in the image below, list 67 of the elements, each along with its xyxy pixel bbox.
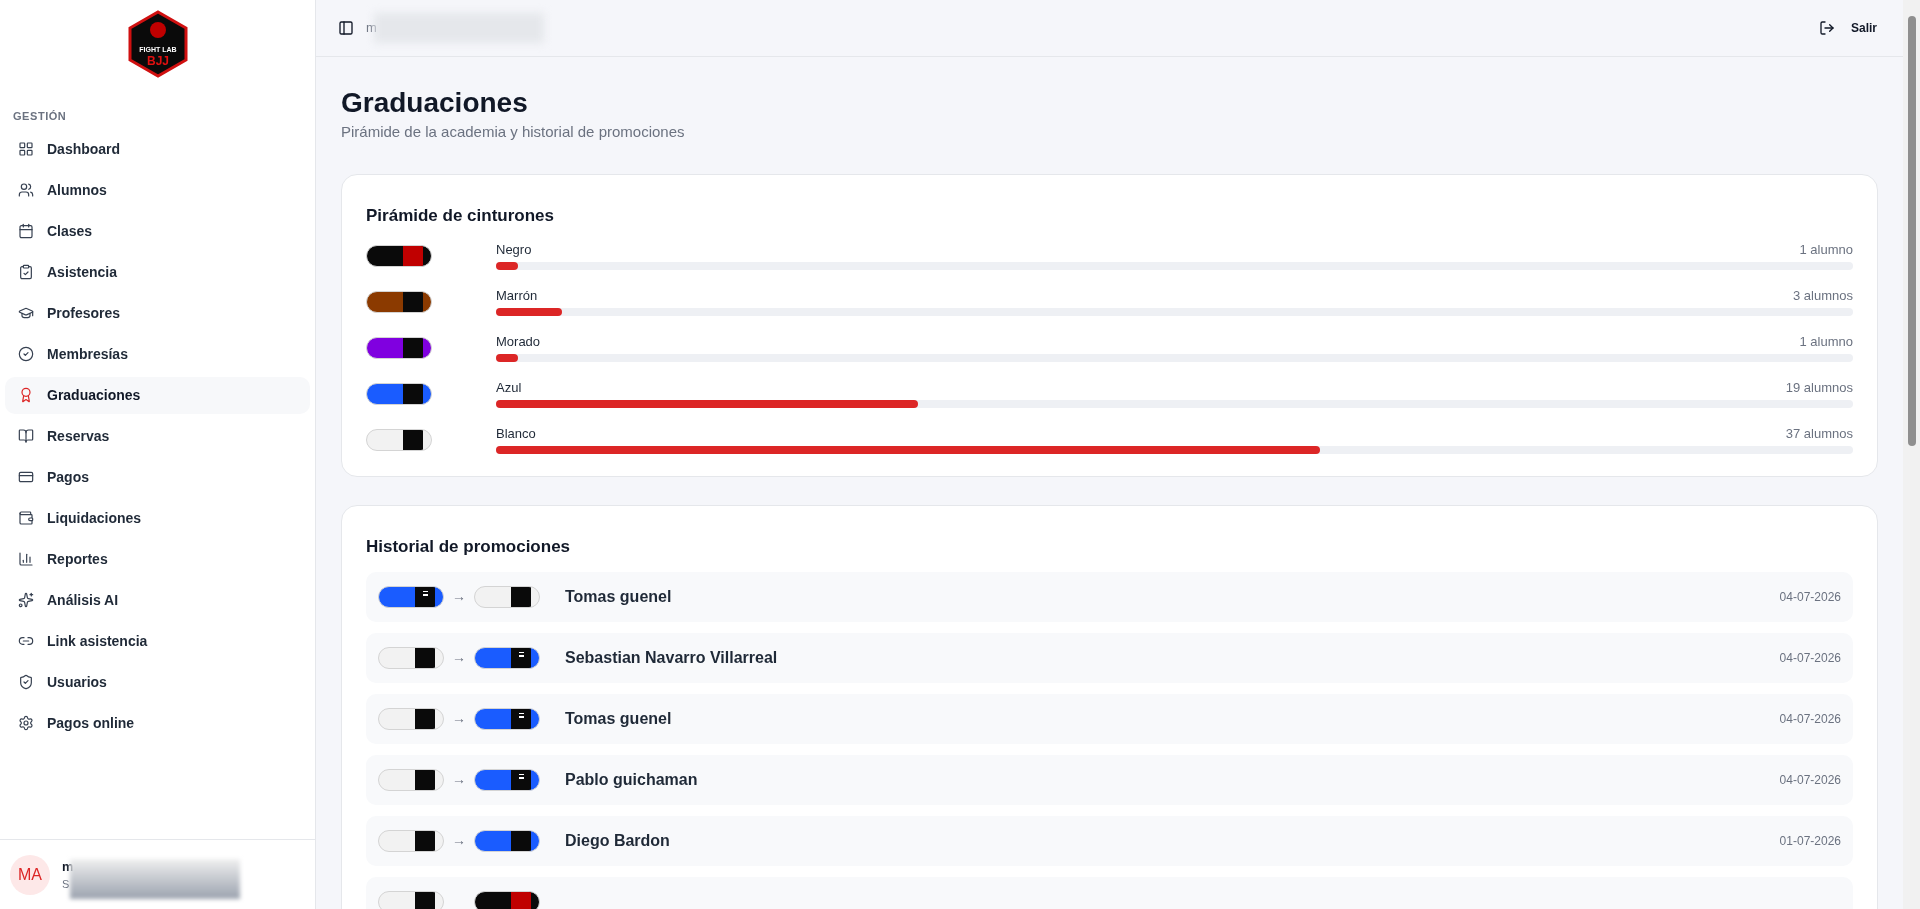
nav-item[interactable]: Reportes [5,540,310,578]
promotion-date: 04-07-2026 [1779,588,1841,606]
logout-button[interactable]: Salir [1819,19,1877,37]
clipboard-check-icon [18,264,34,280]
arrow: → [452,709,466,728]
belt-name: Marrón [496,288,538,304]
student-count: 19 alumnos [1785,380,1853,396]
user-email: m [366,19,377,38]
nav-item[interactable]: Graduaciones [5,376,310,414]
student-count: 3 alumnos [1793,288,1853,304]
nav-item[interactable]: Pagos online [5,704,310,742]
logout-icon [1819,20,1835,36]
sidebar-toggle-icon[interactable] [338,20,354,36]
student-name: Sebastian Navarro Villarreal [565,647,778,668]
section-label: GESTIÓN [12,109,68,124]
belt-name: Negro [496,242,532,258]
book-icon [18,428,34,444]
student-name: Tomas guenel [565,586,672,607]
nav-item[interactable]: Alumnos [5,171,310,209]
nav-item[interactable]: Membresías [5,335,310,373]
settings-icon [18,715,34,731]
nav-item[interactable]: Asistencia [5,253,310,291]
credit-card-icon [18,469,34,485]
student-count: 1 alumno [1799,334,1853,350]
arrow: → [452,831,466,850]
arrow: → [452,770,466,789]
page-title: Graduaciones [341,86,529,120]
belt-name: Blanco [496,426,536,442]
user-name: m [62,857,74,876]
nav-item[interactable]: Link asistencia [5,622,310,660]
student-count: 37 alumnos [1785,426,1853,442]
nav-item[interactable]: Usuarios [5,663,310,701]
nav-item[interactable]: Profesores [5,294,310,332]
promotion-date: 01-07-2026 [1779,832,1841,850]
promotion-date: 04-07-2026 [1779,771,1841,789]
award-ribbon-icon [18,387,34,403]
circle-check-icon [18,346,34,362]
bar-chart-icon [18,551,34,567]
sparkles-icon [18,592,34,608]
users-icon [18,182,34,198]
nav-item[interactable]: Reservas [5,417,310,455]
graduation-cap-icon [18,305,34,321]
page-subtitle: Pirámide de la academia y historial de promociones [341,122,686,142]
nav-item[interactable]: Liquidaciones [5,499,310,537]
student-count: 1 alumno [1799,242,1853,258]
card-title: Pirámide de cinturones [366,204,555,227]
user-role: S [62,877,71,892]
dashboard-icon [18,141,34,157]
nav-item[interactable]: Análisis AI [5,581,310,619]
arrow: → [452,587,466,606]
card-title: Historial de promociones [366,536,572,558]
belt-name: Morado [496,334,541,350]
scrollbar[interactable] [1903,0,1920,909]
belt-name: Azul [496,380,522,396]
nav-item[interactable]: Clases [5,212,310,250]
nav-item[interactable]: Dashboard [5,130,310,168]
arrow: → [452,648,466,667]
promotion-date: 04-07-2026 [1779,710,1841,728]
shield-check-icon [18,674,34,690]
student-name: Diego Bardon [565,830,670,851]
user-avatar: MA [10,854,50,895]
student-name: Tomas guenel [565,708,672,729]
student-name: Pablo guichaman [565,769,698,790]
wallet-icon [18,510,34,526]
calendar-icon [18,223,34,239]
promotion-date: 04-07-2026 [1779,649,1841,667]
nav-item[interactable]: Pagos [5,458,310,496]
